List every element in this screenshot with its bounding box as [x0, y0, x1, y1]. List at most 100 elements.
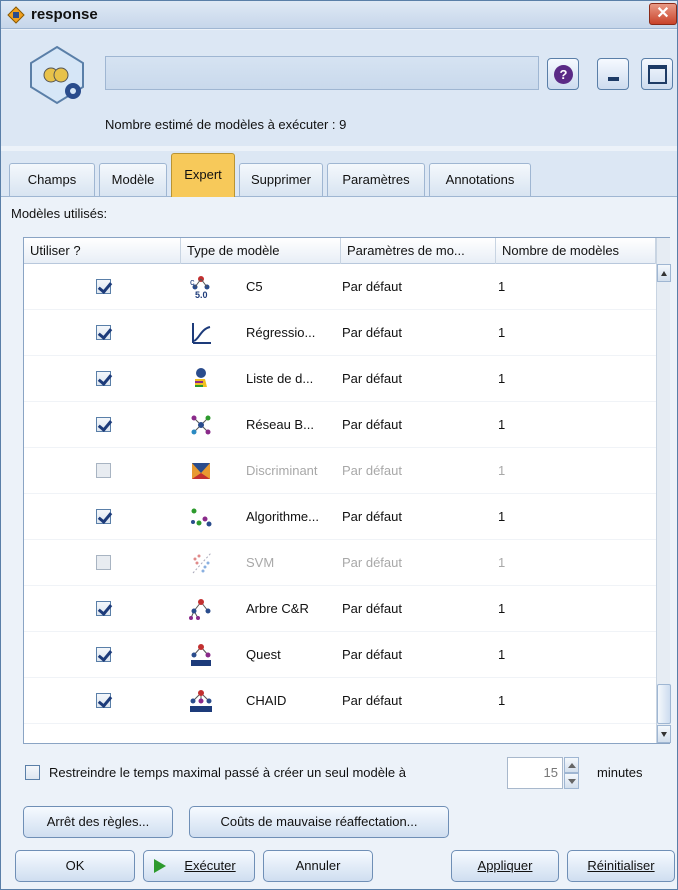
bayes-net-icon	[191, 415, 211, 435]
knn-icon	[191, 508, 212, 527]
table-row[interactable]: Régressio... Par défaut 1	[24, 310, 656, 356]
model-params[interactable]: Par défaut	[342, 310, 492, 356]
spin-up-icon[interactable]	[564, 757, 579, 773]
tab-parametres[interactable]: Paramètres	[327, 163, 425, 196]
title-bar[interactable]: response ✕	[1, 1, 677, 29]
model-name: Quest	[246, 647, 281, 662]
model-count: 1	[498, 509, 506, 524]
minimize-icon	[608, 77, 619, 81]
svg-text:5.0: 5.0	[195, 290, 208, 299]
column-header-model-params[interactable]: Paramètres de mo...	[341, 238, 496, 264]
use-checkbox[interactable]	[96, 647, 111, 662]
table-header: Utiliser ? Type de modèle Paramètres de …	[24, 238, 656, 264]
restrict-time-checkbox[interactable]	[25, 765, 40, 780]
table-row[interactable]: Réseau B... Par défaut 1	[24, 402, 656, 448]
column-header-use[interactable]: Utiliser ?	[24, 238, 181, 264]
chaid-icon	[190, 690, 212, 712]
scroll-thumb[interactable]	[657, 684, 671, 724]
table-row[interactable]: Algorithme... Par défaut 1	[24, 494, 656, 540]
use-checkbox[interactable]	[96, 601, 111, 616]
model-params[interactable]: Par défaut	[342, 494, 492, 540]
table-row[interactable]: Quest Par défaut 1	[24, 632, 656, 678]
help-button[interactable]: ?	[547, 58, 579, 90]
apply-button-label: Appliquer	[477, 858, 533, 873]
apply-button[interactable]: Appliquer	[451, 850, 559, 882]
use-checkbox[interactable]	[96, 279, 111, 294]
maximize-icon	[648, 65, 667, 84]
reset-button-label: Réinitialiser	[587, 858, 655, 873]
max-time-input[interactable]: 15	[507, 757, 563, 789]
cart-tree-icon	[189, 599, 211, 620]
models-table: Utiliser ? Type de modèle Paramètres de …	[23, 237, 671, 744]
tab-supprimer[interactable]: Supprimer	[239, 163, 323, 196]
model-name: Discriminant	[246, 463, 318, 478]
dialog-window: response ✕ ? Nombre estimé de modèles à …	[0, 0, 678, 890]
model-name: Réseau B...	[246, 417, 314, 432]
model-params[interactable]: Par défaut	[342, 632, 492, 678]
tab-annotations[interactable]: Annotations	[429, 163, 531, 196]
model-params[interactable]: Par défaut	[342, 540, 492, 586]
model-count: 1	[498, 601, 506, 616]
max-time-stepper[interactable]	[564, 757, 579, 789]
model-params[interactable]: Par défaut	[342, 402, 492, 448]
tab-expert[interactable]: Expert	[171, 153, 235, 197]
svm-icon	[192, 552, 212, 574]
regression-icon	[192, 323, 211, 344]
model-count: 1	[498, 279, 506, 294]
scroll-up-icon[interactable]	[657, 264, 671, 282]
model-name: Liste de d...	[246, 371, 314, 386]
model-name: Arbre C&R	[246, 601, 309, 616]
quest-icon	[191, 644, 211, 666]
model-name: CHAID	[246, 693, 287, 708]
cancel-button[interactable]: Annuler	[263, 850, 373, 882]
run-button[interactable]: Exécuter	[143, 850, 255, 882]
spin-down-icon[interactable]	[564, 773, 579, 789]
model-count: 1	[498, 555, 506, 570]
use-checkbox[interactable]	[96, 371, 111, 386]
model-count: 1	[498, 693, 506, 708]
node-name-field[interactable]	[105, 56, 539, 90]
model-params[interactable]: Par défaut	[342, 356, 492, 402]
model-params[interactable]: Par défaut	[342, 586, 492, 632]
vertical-scrollbar[interactable]	[656, 238, 671, 743]
model-count: 1	[498, 417, 506, 432]
model-count: 1	[498, 325, 506, 340]
table-row[interactable]: Arbre C&R Par défaut 1	[24, 586, 656, 632]
model-name: Algorithme...	[246, 509, 319, 524]
model-params[interactable]: Par défaut	[342, 678, 492, 724]
scroll-down-icon[interactable]	[657, 725, 671, 743]
misclassification-costs-button[interactable]: Coûts de mauvaise réaffectation...	[189, 806, 449, 838]
model-params[interactable]: Par défaut	[342, 264, 492, 310]
ok-button[interactable]: OK	[15, 850, 135, 882]
table-row[interactable]: Liste de d... Par défaut 1	[24, 356, 656, 402]
c5-icon: c 5.0	[190, 276, 210, 299]
use-checkbox[interactable]	[96, 463, 111, 478]
tab-modele[interactable]: Modèle	[99, 163, 167, 196]
minutes-label: minutes	[597, 765, 643, 780]
close-button[interactable]: ✕	[649, 3, 677, 25]
table-row[interactable]: SVM Par défaut 1	[24, 540, 656, 586]
use-checkbox[interactable]	[96, 555, 111, 570]
reset-button[interactable]: Réinitialiser	[567, 850, 675, 882]
table-body: c 5.0 C5 Par défaut 1 Régressio... Par d…	[24, 264, 656, 724]
column-header-model-type[interactable]: Type de modèle	[181, 238, 341, 264]
use-checkbox[interactable]	[96, 693, 111, 708]
table-row[interactable]: c 5.0 C5 Par défaut 1	[24, 264, 656, 310]
use-checkbox[interactable]	[96, 509, 111, 524]
close-icon: ✕	[656, 5, 670, 22]
column-header-model-count[interactable]: Nombre de modèles	[496, 238, 656, 264]
run-button-label: Exécuter	[184, 858, 236, 873]
model-count: 1	[498, 371, 506, 386]
tab-champs[interactable]: Champs	[9, 163, 95, 196]
play-icon	[154, 859, 166, 873]
model-name: C5	[246, 279, 263, 294]
table-row[interactable]: CHAID Par défaut 1	[24, 678, 656, 724]
model-params[interactable]: Par défaut	[342, 448, 492, 494]
table-row[interactable]: Discriminant Par défaut 1	[24, 448, 656, 494]
use-checkbox[interactable]	[96, 417, 111, 432]
use-checkbox[interactable]	[96, 325, 111, 340]
minimize-button[interactable]	[597, 58, 629, 90]
discriminant-icon	[192, 463, 210, 479]
maximize-button[interactable]	[641, 58, 673, 90]
stopping-rules-button[interactable]: Arrêt des règles...	[23, 806, 173, 838]
